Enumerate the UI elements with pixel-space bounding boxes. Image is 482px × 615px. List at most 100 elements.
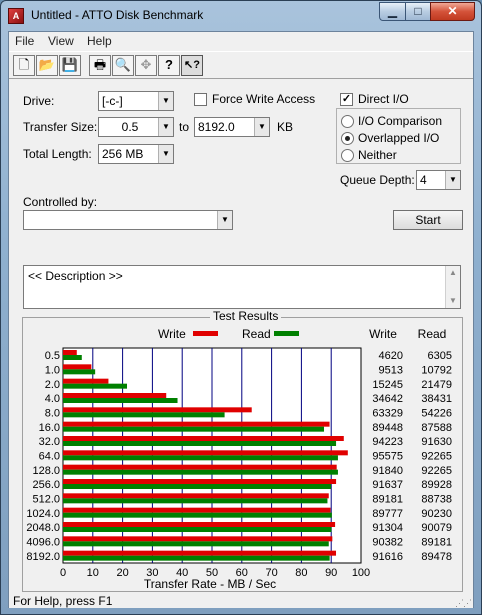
status-bar: For Help, press F1 ⋰⋰: [9, 595, 473, 608]
x-tick-label: 70: [265, 567, 277, 579]
write-value: 9513: [379, 365, 403, 377]
y-tick-label: 8.0: [45, 408, 60, 420]
read-value: 91630: [421, 436, 452, 448]
write-value: 4620: [379, 350, 403, 362]
read-value: 92265: [421, 465, 452, 477]
save-disk-icon[interactable]: 💾: [59, 55, 81, 76]
x-tick-label: 100: [352, 567, 370, 579]
overlapped-io-label: Overlapped I/O: [358, 131, 440, 145]
chevron-down-icon[interactable]: ▼: [158, 92, 173, 110]
menu-bar: File View Help: [9, 32, 473, 51]
read-bar: [63, 484, 331, 489]
read-bar: [63, 469, 338, 475]
chevron-down-icon[interactable]: ▼: [158, 118, 173, 136]
read-bar: [63, 441, 337, 446]
write-value: 90382: [372, 537, 403, 549]
chevron-down-icon[interactable]: ▼: [445, 171, 460, 189]
read-value: 10792: [421, 365, 452, 377]
minimize-button[interactable]: ▁: [379, 2, 406, 21]
read-value: 54226: [421, 408, 452, 420]
scroll-down-icon[interactable]: ▼: [446, 294, 460, 308]
description-box[interactable]: << Description >> ▲ ▼: [23, 265, 461, 309]
start-button[interactable]: Start: [393, 210, 463, 230]
description-scrollbar[interactable]: ▲ ▼: [445, 266, 460, 308]
resize-grip-icon[interactable]: ⋰⋰: [455, 597, 472, 610]
write-value: 95575: [372, 451, 403, 463]
write-bar: [63, 450, 348, 456]
transfer-size-to-value: 8192.0: [198, 120, 235, 134]
write-value: 89448: [372, 422, 403, 434]
read-value: 38431: [421, 393, 452, 405]
move-icon[interactable]: ✥: [135, 55, 157, 76]
read-value: 6305: [428, 350, 452, 362]
close-button[interactable]: ✕: [430, 2, 475, 21]
write-value: 94223: [372, 436, 403, 448]
read-value: 87588: [421, 422, 452, 434]
chevron-down-icon[interactable]: ▼: [254, 118, 269, 136]
controlled-by-select[interactable]: ▼: [23, 210, 233, 230]
queue-depth-label: Queue Depth:: [340, 173, 415, 187]
write-bar: [63, 522, 336, 527]
menu-file[interactable]: File: [15, 34, 34, 48]
legend-read-swatch: [274, 331, 299, 336]
overlapped-io-radio[interactable]: [341, 132, 354, 145]
x-axis-label: Transfer Rate - MB / Sec: [144, 577, 276, 591]
transfer-size-from-select[interactable]: 0.5 ▼: [98, 117, 174, 137]
read-value: 21479: [421, 379, 452, 391]
menu-help[interactable]: Help: [87, 34, 112, 48]
neither-radio[interactable]: [341, 149, 354, 162]
y-tick-label: 1024.0: [26, 508, 60, 520]
transfer-rate-chart: Write Read Write Read Transfer Rate - MB…: [26, 327, 452, 591]
write-bar: [63, 464, 337, 470]
y-tick-label: 4096.0: [26, 537, 60, 549]
context-help-icon[interactable]: ↖?: [181, 55, 203, 76]
read-value: 90079: [421, 522, 452, 534]
write-value: 15245: [372, 379, 403, 391]
print-preview-icon[interactable]: 🔍: [112, 55, 134, 76]
io-mode-group: I/O Comparison Overlapped I/O Neither: [336, 108, 461, 164]
open-folder-icon[interactable]: 📂: [36, 55, 58, 76]
new-document-icon[interactable]: 🗋: [13, 55, 35, 76]
maximize-button[interactable]: □: [405, 2, 431, 21]
queue-depth-select[interactable]: 4 ▼: [416, 170, 461, 190]
total-length-select[interactable]: 256 MB ▼: [98, 144, 174, 164]
title-bar[interactable]: A Untitled - ATTO Disk Benchmark ▁ □ ✕: [1, 1, 481, 31]
y-tick-label: 16.0: [39, 422, 60, 434]
controlled-by-label: Controlled by:: [23, 195, 98, 209]
write-bar: [63, 378, 109, 384]
total-length-value: 256 MB: [102, 147, 144, 161]
print-icon[interactable]: 🖶: [89, 55, 111, 76]
y-tick-label: 512.0: [32, 494, 60, 506]
app-window: A Untitled - ATTO Disk Benchmark ▁ □ ✕ F…: [0, 0, 482, 615]
chevron-down-icon[interactable]: ▼: [217, 211, 232, 229]
y-tick-label: 128.0: [32, 465, 60, 477]
write-bar: [63, 393, 167, 398]
menu-view[interactable]: View: [48, 34, 74, 48]
y-tick-label: 4.0: [45, 393, 60, 405]
read-bar: [63, 512, 332, 518]
write-value: 91840: [372, 465, 403, 477]
read-bar: [63, 369, 96, 375]
write-bar: [63, 436, 344, 441]
drive-select[interactable]: [-c-] ▼: [98, 91, 174, 111]
write-bar: [63, 536, 333, 542]
y-tick-label: 32.0: [39, 436, 60, 448]
scroll-up-icon[interactable]: ▲: [446, 266, 460, 280]
y-tick-label: 64.0: [39, 451, 60, 463]
direct-io-checkbox[interactable]: ✓: [340, 93, 353, 106]
test-results-group: Test Results Write Read Write Read Trans…: [22, 309, 463, 592]
status-text: For Help, press F1: [13, 594, 113, 608]
force-write-access-checkbox[interactable]: [194, 93, 207, 106]
transfer-size-to-select[interactable]: 8192.0 ▼: [194, 117, 270, 137]
read-bar: [63, 498, 328, 504]
toolbar: 🗋 📂 💾 🖶 🔍 ✥ ? ↖?: [9, 51, 473, 79]
chevron-down-icon[interactable]: ▼: [158, 145, 173, 163]
y-tick-label: 2048.0: [26, 522, 60, 534]
help-icon[interactable]: ?: [158, 55, 180, 76]
transfer-size-to-label: to: [179, 120, 190, 134]
total-length-label: Total Length:: [23, 147, 92, 161]
read-bar: [63, 555, 330, 561]
read-value: 89181: [421, 537, 452, 549]
read-value: 89478: [421, 551, 452, 563]
io-comparison-radio[interactable]: [341, 115, 354, 128]
